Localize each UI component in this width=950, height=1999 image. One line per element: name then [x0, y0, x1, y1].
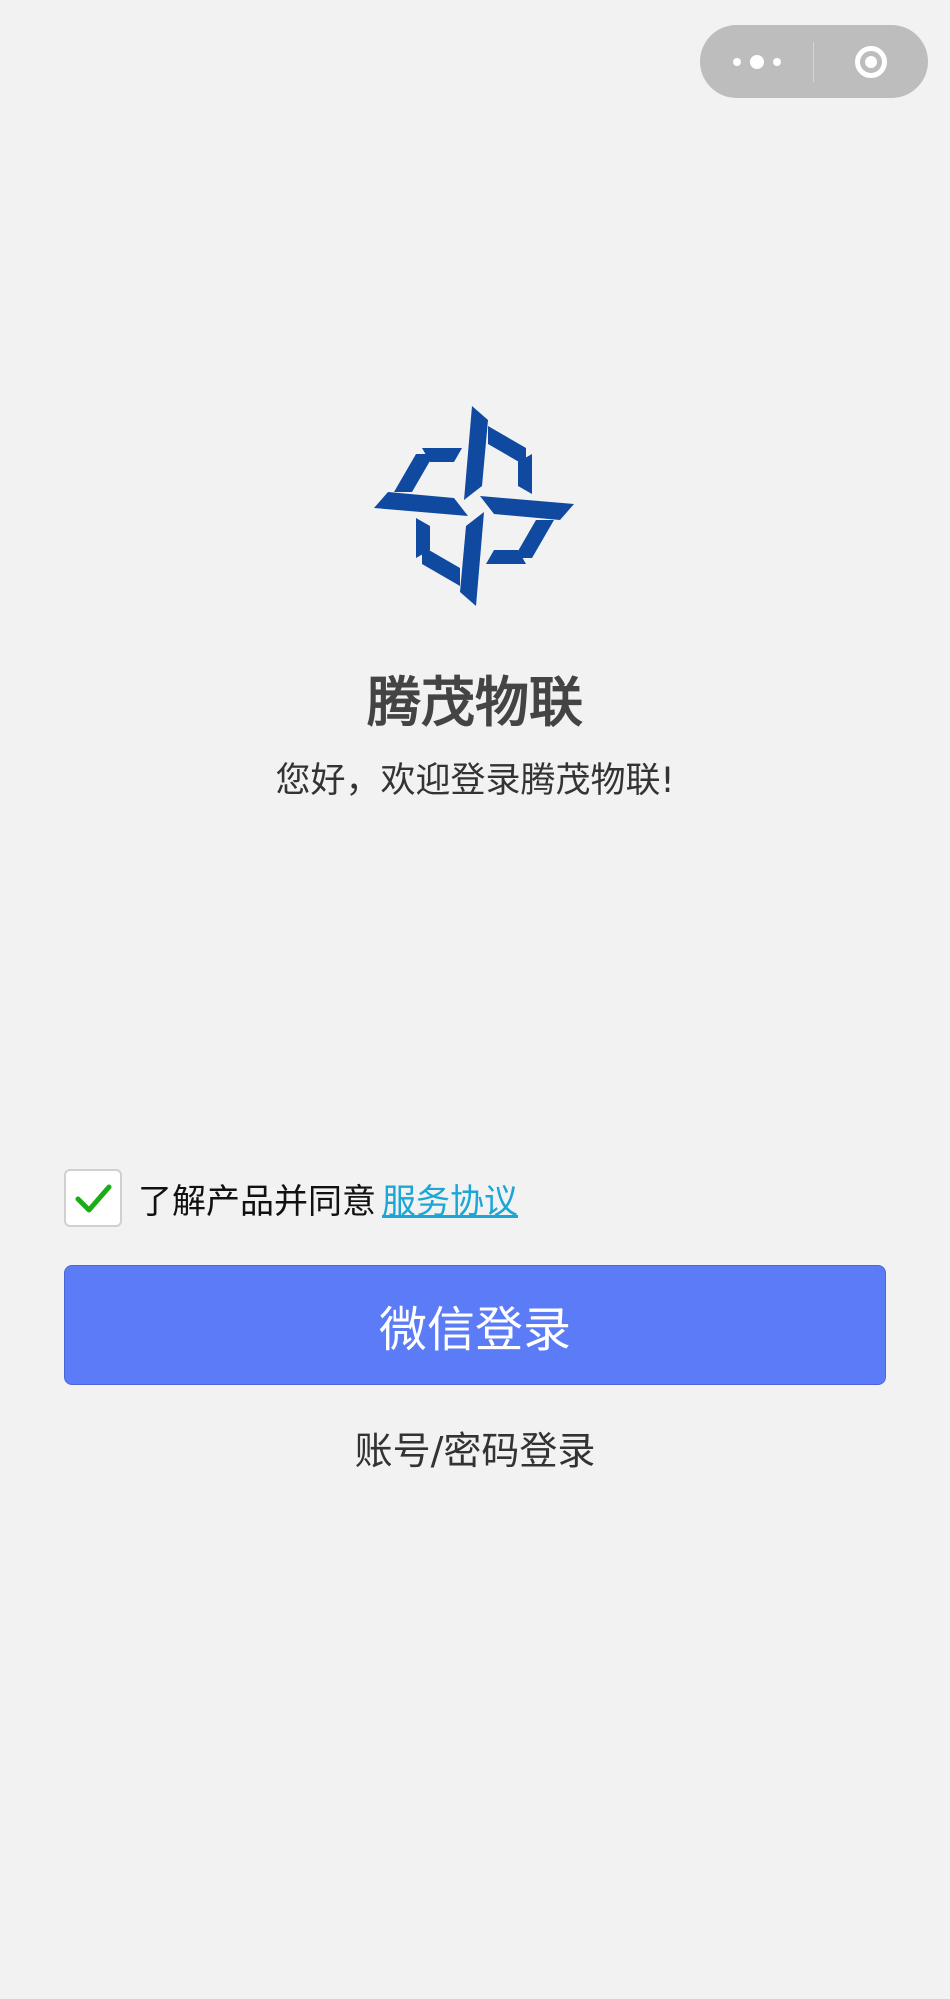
pinwheel-logo [374, 406, 574, 606]
agreement-text: 了解产品并同意 [138, 1181, 376, 1222]
more-button[interactable] [700, 25, 813, 98]
target-circle-icon [854, 45, 887, 78]
agreement-checkbox[interactable] [64, 1169, 122, 1227]
welcome-text: 您好，欢迎登录腾茂物联! [275, 761, 675, 801]
login-page: 腾茂物联 您好，欢迎登录腾茂物联! 了解产品并同意 服务协议 微信登录 账号/密… [0, 0, 950, 1999]
close-button[interactable] [814, 25, 927, 98]
more-dots-icon [732, 54, 781, 69]
check-icon [75, 1184, 112, 1213]
account-password-login-link[interactable]: 账号/密码登录 [0, 1420, 950, 1475]
app-title: 腾茂物联 [367, 671, 583, 734]
agreement-row: 了解产品并同意 服务协议 [64, 1167, 518, 1229]
service-agreement-link[interactable]: 服务协议 [382, 1174, 518, 1223]
wechat-login-button[interactable]: 微信登录 [64, 1265, 886, 1385]
miniprogram-capsule [700, 25, 928, 98]
